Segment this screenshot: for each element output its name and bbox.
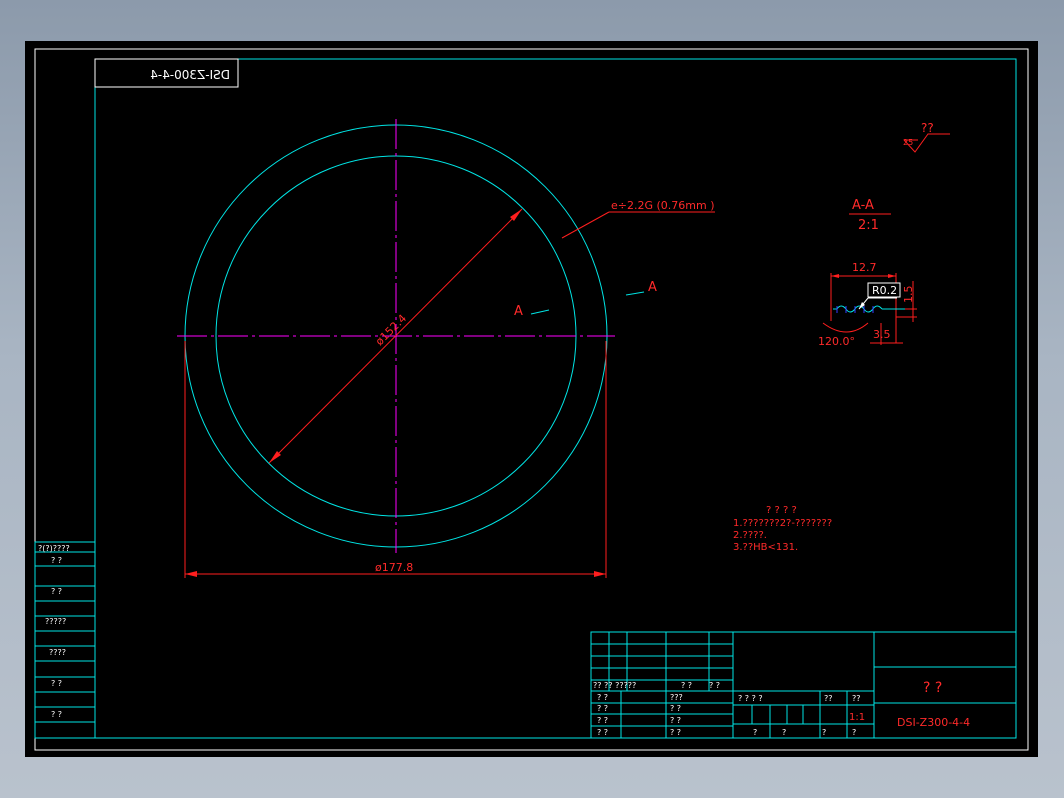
outer-diameter-label: ø177.8 (375, 561, 413, 574)
ratio-label: ?? (852, 694, 861, 703)
mid-cell: ??? (670, 693, 683, 702)
left-strip-row: ? ? (51, 679, 62, 688)
surface-finish-value: 25 (903, 138, 913, 147)
detail-width: 12.7 (852, 261, 877, 274)
section-label: A-A (852, 198, 874, 213)
left-strip-header: ?(?)???? (38, 544, 70, 553)
mid-cell: ? ? (670, 704, 681, 713)
note-line: 3.??HB<131. (733, 542, 798, 553)
note-line: 2.????. (733, 530, 767, 541)
inner-diameter-label: ø152.4 (373, 312, 409, 348)
sign-cell: ? ? (597, 704, 608, 713)
wire-note: e÷2.2G (0.76mm ) (611, 199, 715, 212)
bottom-cell: ? (852, 728, 856, 737)
surface-finish-label: ?? (921, 121, 934, 135)
outer-diameter-arrow (185, 571, 197, 577)
section-scale: 2:1 (858, 218, 879, 233)
detail-pitch: 3.5 (873, 328, 891, 341)
left-strip-row: ? ? (51, 710, 62, 719)
detail-height: 1.5 (902, 286, 915, 304)
cut-label-right: A (648, 280, 657, 295)
detail-radius: R0.2 (872, 284, 897, 297)
weight-label: ?? (824, 694, 833, 703)
left-strip-row: ???? (49, 648, 66, 657)
bottom-cell: ? (822, 728, 826, 737)
drawing-canvas: ?(?)???? ? ? ? ? ????? ???? ? ? ? ? DSI-… (34, 48, 1029, 751)
title-header-right: ? ? (709, 681, 720, 690)
mirrored-title: DSI-Z300-4-4 (150, 68, 230, 82)
left-strip-row: ????? (45, 617, 66, 626)
title-header-row: ?? ?? ????? (593, 681, 636, 690)
left-strip (34, 541, 96, 739)
outer-diameter-arrow (594, 571, 606, 577)
detail-angle: 120.0° (818, 335, 855, 348)
bottom-cell: ? (753, 728, 757, 737)
cut-label-left: A (514, 304, 523, 319)
mid-cell: ? ? (670, 716, 681, 725)
outer-frame (34, 48, 1029, 751)
drawing-code: DSI-Z300-4-4 (897, 716, 970, 729)
sign-cell: ? ? (597, 728, 608, 737)
sign-cell: ? ? (597, 716, 608, 725)
part-name: ? ? (923, 680, 942, 696)
cut-mark-right (625, 291, 645, 296)
sign-cell: ? ? (597, 693, 608, 702)
left-strip-row: ? ? (51, 587, 62, 596)
mid-cell: ? ? (670, 728, 681, 737)
title-header-right: ? ? (681, 681, 692, 690)
note-line: 1.???????2?-??????? (733, 518, 832, 529)
bottom-cell: ? (782, 728, 786, 737)
left-strip-lines (35, 551, 95, 723)
stage-label: ? ? ? ? (738, 694, 763, 703)
cad-viewport[interactable]: ?(?)???? ? ? ? ? ????? ???? ? ? ? ? DSI-… (25, 41, 1038, 757)
inner-frame (94, 58, 1017, 739)
scale-value: 1:1 (849, 712, 865, 723)
left-strip-row: ? ? (51, 556, 62, 565)
notes-title: ? ? ? ? (766, 505, 797, 516)
cut-mark-left (530, 309, 550, 315)
